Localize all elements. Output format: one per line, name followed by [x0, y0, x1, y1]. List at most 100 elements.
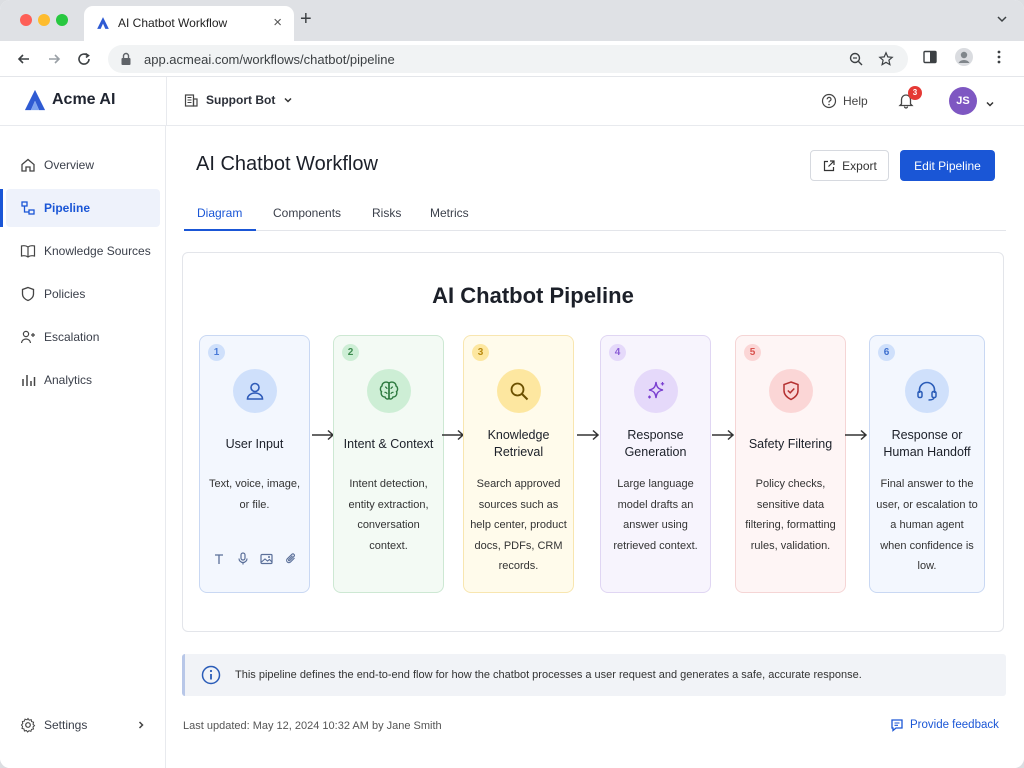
brand-name: Acme AI — [52, 91, 116, 108]
new-tab-button[interactable]: + — [300, 9, 312, 29]
info-text: This pipeline defines the end-to-end flo… — [235, 669, 862, 681]
sidebar-item-knowledge-sources[interactable]: Knowledge Sources — [6, 232, 160, 270]
acme-favicon-icon — [96, 16, 110, 35]
pipeline-step-user-input[interactable]: 1 User Input Text, voice, image, or file… — [199, 335, 310, 593]
brand-logo[interactable]: Acme AI — [24, 89, 115, 111]
gear-icon — [18, 717, 38, 733]
arrow-right-icon — [712, 429, 735, 441]
sidebar-item-label: Escalation — [44, 330, 100, 344]
step-title: Response or Human Handoff — [883, 428, 971, 459]
notification-badge: 3 — [908, 86, 922, 100]
page-tabs: Diagram Components Risks Metrics — [184, 202, 1006, 231]
text-icon — [213, 552, 225, 570]
maximize-window-button[interactable] — [56, 14, 68, 26]
shield-icon — [18, 286, 38, 302]
sidebar-item-settings[interactable]: Settings — [6, 706, 160, 744]
browser-toolbar: app.acmeai.com/workflows/chatbot/pipelin… — [0, 41, 1024, 77]
book-icon — [18, 243, 38, 259]
escalation-icon — [18, 329, 38, 345]
sidebar: Overview Pipeline Knowledge Sources Poli… — [0, 126, 166, 768]
home-icon — [18, 157, 38, 173]
provide-feedback-link[interactable]: Provide feedback — [890, 718, 999, 732]
sidebar-item-label: Knowledge Sources — [44, 244, 151, 258]
forward-arrow-icon[interactable] — [44, 49, 64, 69]
step-number: 5 — [744, 344, 761, 361]
sidebar-item-overview[interactable]: Overview — [6, 146, 160, 184]
settings-label: Settings — [44, 718, 88, 732]
step-title: Safety Filtering — [748, 437, 833, 451]
feedback-icon — [891, 719, 903, 732]
pipeline-icon — [18, 200, 38, 216]
tab-components[interactable]: Components — [273, 206, 341, 220]
browser-tab[interactable]: AI Chatbot Workflow × — [84, 6, 294, 41]
workspace-selector[interactable]: Support Bot — [184, 93, 293, 107]
arrow-right-icon — [845, 429, 868, 441]
help-circle-icon — [821, 93, 837, 109]
brain-icon — [367, 369, 411, 413]
info-icon — [201, 665, 221, 685]
edit-pipeline-button[interactable]: Edit Pipeline — [900, 150, 995, 181]
pipeline-step-safety-filtering[interactable]: 5 Safety Filtering Policy checks, sensit… — [735, 335, 846, 593]
tab-search-chevron-icon[interactable] — [996, 12, 1008, 30]
step-description: Text, voice, image, or file. — [208, 478, 301, 511]
pipeline-step-knowledge-retrieval[interactable]: 3 Knowledge Retrieval Search approved so… — [463, 335, 574, 593]
step-number: 3 — [472, 344, 489, 361]
bookmark-star-icon[interactable] — [878, 51, 894, 72]
minimize-window-button[interactable] — [38, 14, 50, 26]
step-description: Policy checks, sensitive data filtering,… — [745, 478, 836, 552]
zoom-icon[interactable] — [848, 51, 864, 72]
sidebar-item-analytics[interactable]: Analytics — [6, 361, 160, 399]
pipeline-step-intent-context[interactable]: 2 Intent & Context Intent detection, ent… — [333, 335, 444, 593]
account-chevron-down-icon[interactable] — [985, 96, 995, 114]
microphone-icon — [237, 552, 249, 570]
bar-chart-icon — [18, 372, 38, 388]
main-content: AI Chatbot Workflow Export Edit Pipeline… — [166, 126, 1024, 768]
tab-diagram[interactable]: Diagram — [197, 206, 242, 220]
search-icon — [497, 369, 541, 413]
export-button[interactable]: Export — [810, 150, 889, 181]
sidebar-item-label: Pipeline — [44, 201, 91, 215]
chevron-right-icon — [136, 719, 146, 733]
attachment-icon — [285, 552, 297, 570]
step-number: 1 — [208, 344, 225, 361]
sidebar-item-policies[interactable]: Policies — [6, 275, 160, 313]
step-number: 6 — [878, 344, 895, 361]
more-menu-icon[interactable] — [996, 49, 1002, 70]
info-banner: This pipeline defines the end-to-end flo… — [182, 654, 1006, 696]
tab-close-icon[interactable]: × — [273, 14, 282, 31]
user-avatar[interactable]: JS — [949, 87, 977, 115]
sidebar-item-label: Analytics — [44, 373, 93, 387]
input-type-icons — [207, 549, 303, 573]
arrow-right-icon — [442, 429, 465, 441]
user-icon — [233, 369, 277, 413]
step-title: Intent & Context — [343, 437, 434, 451]
address-bar[interactable]: app.acmeai.com/workflows/chatbot/pipelin… — [108, 45, 908, 73]
diagram-title: AI Chatbot Pipeline — [432, 283, 634, 308]
back-arrow-icon[interactable] — [14, 49, 34, 69]
sidebar-item-label: Policies — [44, 287, 86, 301]
diagram-card: AI Chatbot Pipeline 1 User Input Text, v… — [182, 252, 1004, 632]
sidebar-item-escalation[interactable]: Escalation — [6, 318, 160, 356]
pipeline-step-response-generation[interactable]: 4 Response Generation Large language mod… — [600, 335, 711, 593]
reload-icon[interactable] — [74, 49, 94, 69]
pipeline-step-human-handoff[interactable]: 6 Response or Human Handoff Final answer… — [869, 335, 985, 593]
step-description: Final answer to the user, or escalation … — [876, 478, 978, 572]
arrow-right-icon — [577, 429, 600, 441]
step-title: Knowledge Retrieval — [487, 428, 550, 459]
header-divider — [166, 77, 167, 126]
help-button[interactable]: Help — [821, 93, 868, 109]
sidepanel-icon[interactable] — [922, 49, 938, 70]
step-title: Response Generation — [624, 428, 687, 459]
close-window-button[interactable] — [20, 14, 32, 26]
export-label: Export — [842, 158, 877, 173]
feedback-label: Provide feedback — [910, 719, 999, 731]
step-title: User Input — [225, 437, 284, 451]
headset-icon — [905, 369, 949, 413]
profile-icon[interactable] — [954, 47, 974, 72]
arrow-right-icon — [312, 429, 335, 441]
sidebar-item-pipeline[interactable]: Pipeline — [0, 189, 160, 227]
step-description: Search approved sources such as help cen… — [470, 478, 567, 572]
tab-risks[interactable]: Risks — [372, 206, 401, 220]
tab-metrics[interactable]: Metrics — [430, 206, 469, 220]
step-description: Large language model drafts an answer us… — [613, 478, 698, 552]
